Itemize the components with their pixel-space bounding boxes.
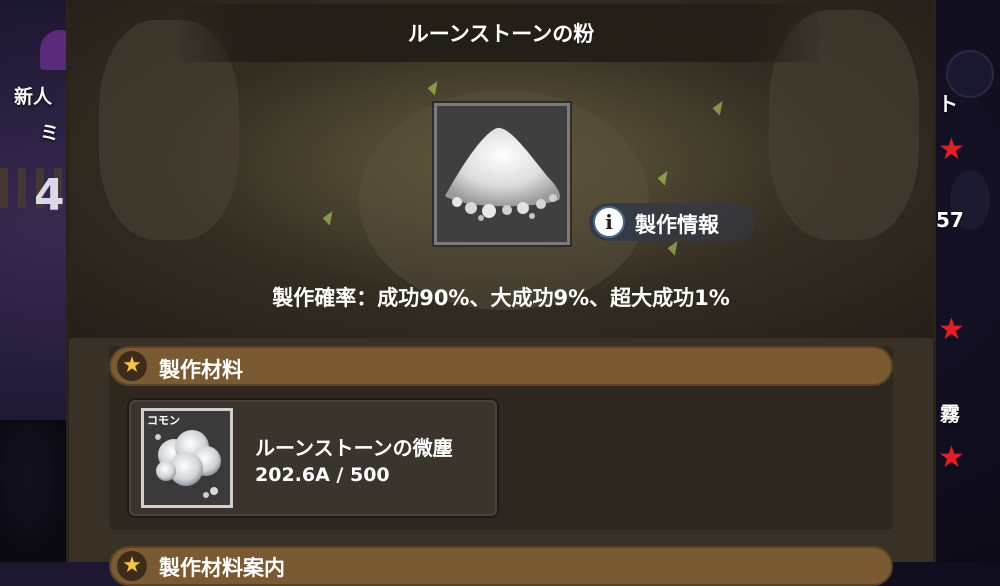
materials-section-header: ★ 製作材料 — [109, 346, 893, 386]
star-icon: ★ — [117, 551, 147, 581]
bg-right-text-1: ト — [938, 92, 958, 116]
crafted-item-slot[interactable] — [434, 103, 570, 245]
shard — [711, 98, 727, 115]
materials-section-label: 製作材料 — [159, 358, 243, 382]
craft-info-label: 製作情報 — [635, 213, 719, 237]
info-icon: i — [593, 206, 625, 238]
material-card[interactable]: コモン ルーンストーンの微塵 202.6A / 500 — [127, 398, 499, 518]
material-count: 202.6A / 500 — [255, 464, 390, 486]
red-star-icon: ★ — [938, 312, 965, 347]
star-icon: ★ — [117, 351, 147, 381]
background-scene-right: ト ★ 57 ★ 霧 ★ — [936, 0, 1000, 562]
material-rarity-label: コモン — [147, 414, 180, 427]
tree-silhouette — [0, 420, 70, 562]
shard — [321, 208, 337, 225]
next-section-label: 製作材料案内 — [159, 556, 285, 580]
material-item-slot[interactable]: コモン — [141, 408, 233, 508]
red-star-icon: ★ — [938, 132, 965, 167]
red-star-icon: ★ — [938, 440, 965, 475]
bg-right-text-3: 霧 — [940, 402, 960, 426]
shard — [656, 168, 672, 185]
crafting-panel: ルーンストーンの粉 i 製作情報 製作確率：成功90%、大成功9%、超大成功1%… — [66, 0, 936, 586]
powder-pile-icon — [445, 127, 560, 221]
background-scene-left: 新人 ミ 4 — [0, 0, 80, 562]
next-section-header: ★ 製作材料案内 — [109, 546, 893, 586]
shard — [426, 78, 442, 95]
bg-left-number: 4 — [34, 170, 65, 221]
material-name: ルーンストーンの微塵 — [255, 436, 453, 460]
craft-info-button[interactable]: i 製作情報 — [589, 203, 755, 241]
bg-left-text-2: ミ — [40, 122, 60, 144]
panel-title: ルーンストーンの粉 — [407, 22, 595, 46]
craft-probability-text: 製作確率：成功90%、大成功9%、超大成功1% — [272, 286, 730, 310]
bg-right-text-2: 57 — [936, 208, 964, 232]
shard — [666, 238, 682, 255]
bg-left-text-1: 新人 — [14, 86, 53, 108]
